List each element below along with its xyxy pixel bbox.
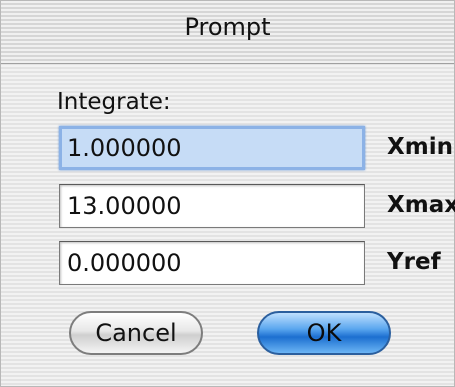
xmin-label: Xmin bbox=[387, 134, 453, 160]
xmin-input[interactable]: 1.000000 bbox=[59, 126, 365, 170]
ok-button[interactable]: OK bbox=[257, 311, 391, 355]
integrate-label: Integrate: bbox=[57, 89, 171, 115]
title-bar[interactable]: Prompt bbox=[1, 1, 454, 64]
yref-label: Yref bbox=[387, 249, 441, 275]
xmax-label: Xmax bbox=[387, 192, 455, 218]
cancel-button[interactable]: Cancel bbox=[69, 311, 203, 355]
dialog-title: Prompt bbox=[184, 13, 271, 41]
xmax-input[interactable]: 13.00000 bbox=[59, 184, 365, 228]
yref-input[interactable]: 0.000000 bbox=[59, 241, 365, 285]
prompt-dialog: Prompt Integrate: 1.000000 Xmin 13.00000… bbox=[0, 0, 455, 387]
